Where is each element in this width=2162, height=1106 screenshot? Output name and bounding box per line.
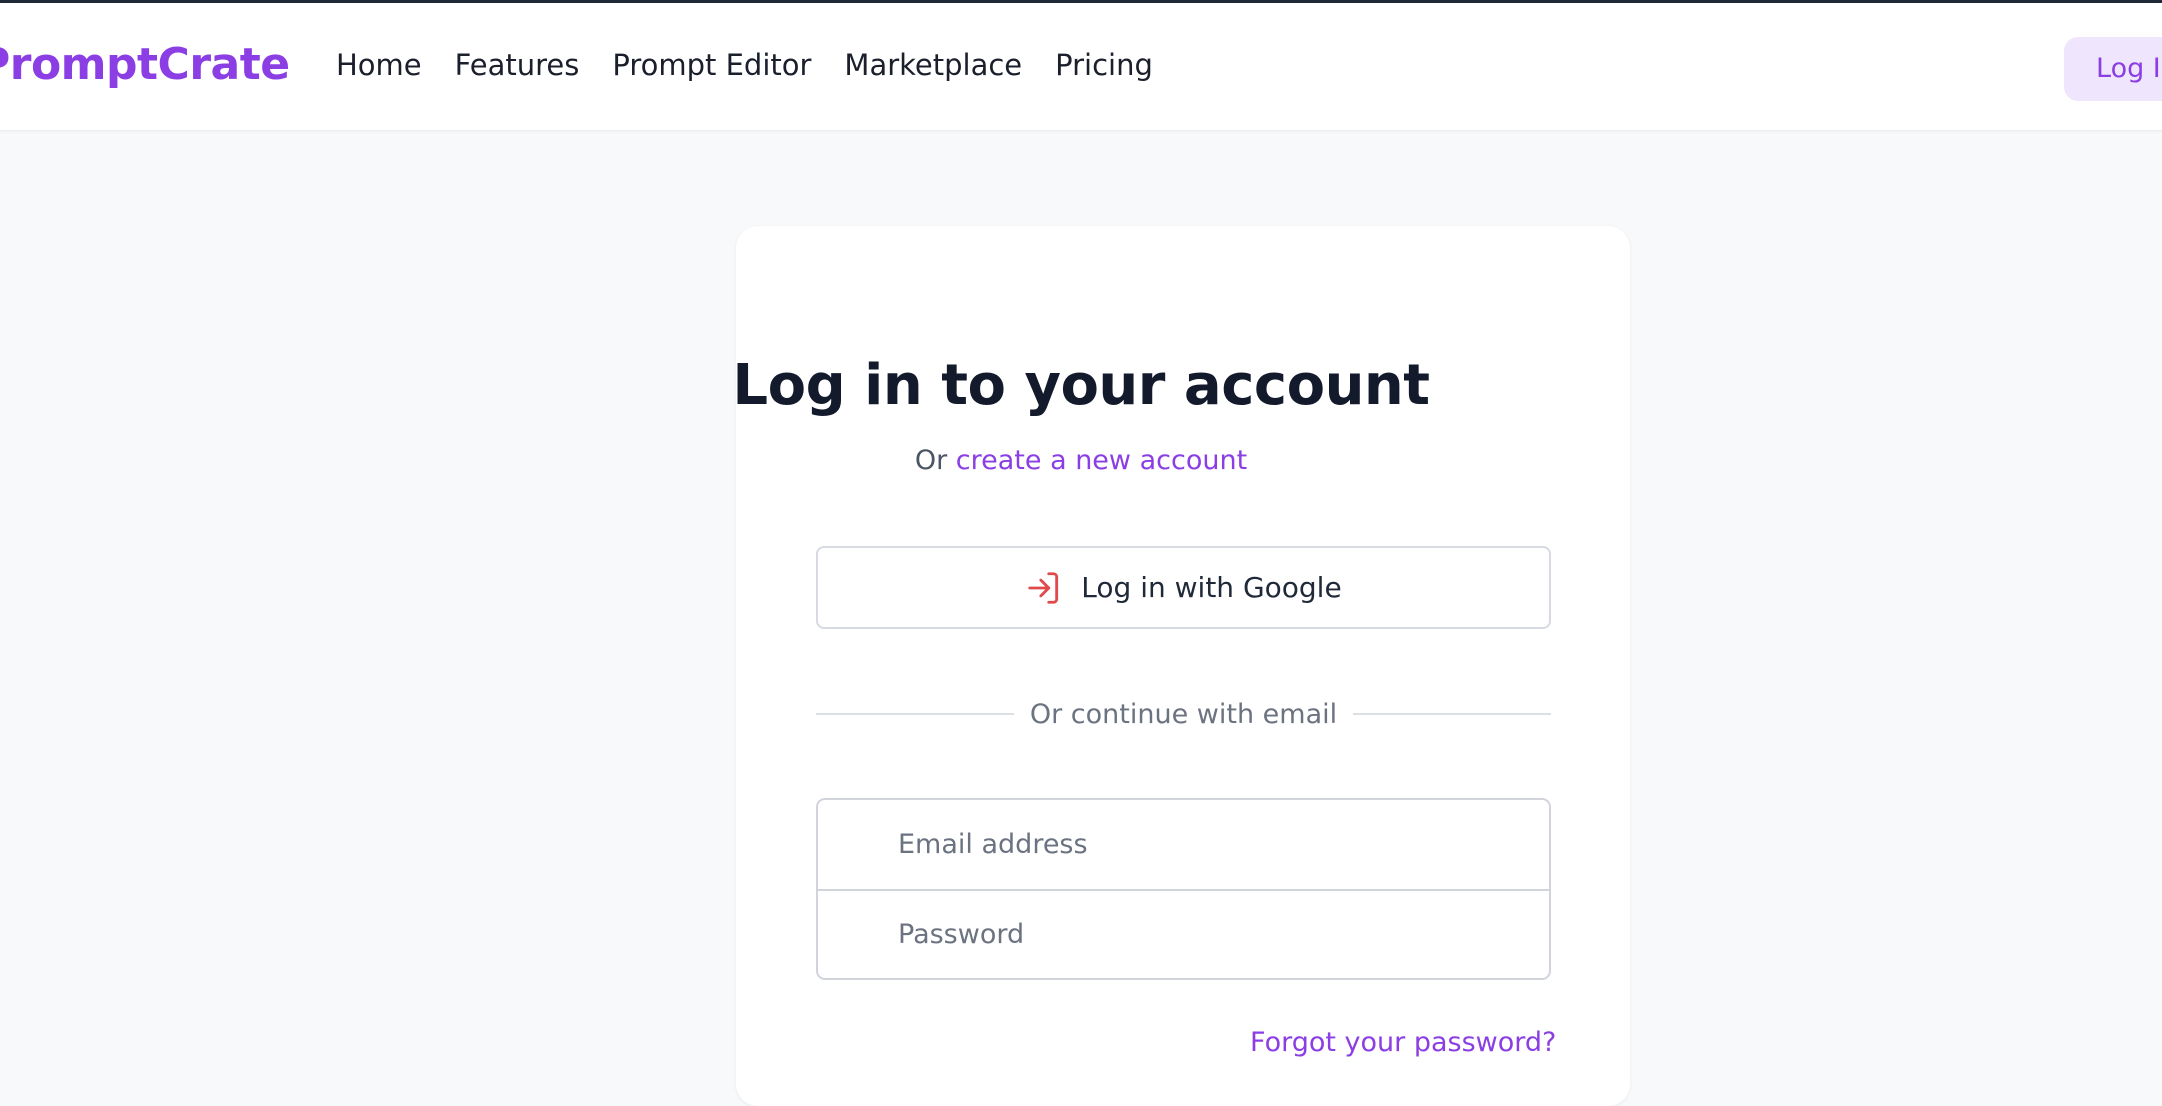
signup-prompt: Or create a new account [0, 447, 2162, 474]
nav-link-home[interactable]: Home [336, 51, 422, 80]
forgot-password-link[interactable]: Forgot your password? [1250, 1029, 1556, 1056]
signup-prompt-prefix: Or [914, 445, 948, 476]
divider-line-right [1353, 713, 1551, 715]
credentials-fields [816, 798, 1551, 980]
main-nav: Home Features Prompt Editor Marketplace … [336, 51, 1153, 80]
google-login-button[interactable]: Log in with Google [816, 546, 1551, 629]
top-navbar: PromptCrate Home Features Prompt Editor … [0, 3, 2162, 131]
page-title: Log in to your account [732, 353, 1430, 418]
email-divider: Or continue with email [816, 697, 1551, 731]
brand-logo[interactable]: PromptCrate [0, 43, 290, 87]
nav-link-pricing[interactable]: Pricing [1055, 51, 1153, 80]
password-field[interactable] [818, 889, 1549, 978]
login-arrow-icon [1025, 569, 1063, 607]
divider-text: Or continue with email [1029, 698, 1338, 730]
google-login-label: Log in with Google [1081, 570, 1342, 604]
create-account-link[interactable]: create a new account [956, 445, 1247, 476]
nav-link-features[interactable]: Features [455, 51, 580, 80]
nav-link-marketplace[interactable]: Marketplace [844, 51, 1022, 80]
divider-line-left [816, 713, 1014, 715]
header-login-button[interactable]: Log In [2064, 37, 2162, 101]
nav-link-prompt-editor[interactable]: Prompt Editor [612, 51, 811, 80]
email-field[interactable] [818, 800, 1549, 889]
